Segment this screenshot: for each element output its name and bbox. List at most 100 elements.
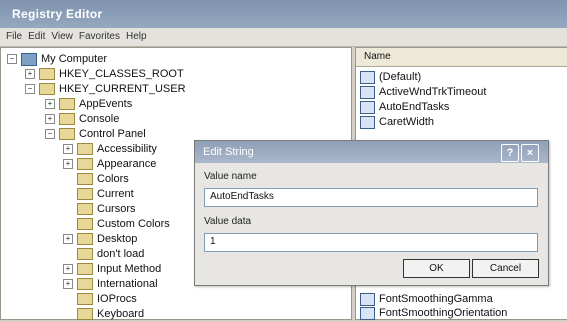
list-item-label: FontSmoothingGamma [379,293,493,305]
folder-icon [59,128,75,141]
list-item[interactable]: FontSmoothingOrientation [360,306,507,321]
list-item[interactable]: FontSmoothingGamma [360,292,493,307]
tree-item-console[interactable]: + Console [45,112,119,127]
tree-item-appearance[interactable]: + Appearance [63,157,156,172]
menu-edit[interactable]: Edit [28,31,45,42]
folder-icon [77,203,93,216]
menu-help[interactable]: Help [126,31,147,42]
expand-icon[interactable]: + [63,279,73,290]
tree-item-label: HKEY_CLASSES_ROOT [59,68,184,80]
tree-item-label: AppEvents [79,98,133,110]
tree-item-control-panel[interactable]: − Control Panel [45,127,146,142]
folder-icon [39,83,55,96]
menu-file[interactable]: File [6,31,22,42]
cancel-button[interactable]: Cancel [472,259,539,278]
menu-view[interactable]: View [51,31,73,42]
tree-item-label: Accessibility [97,143,157,155]
tree-item-colors[interactable]: Colors [77,172,129,187]
computer-icon [21,52,37,66]
value-data-field[interactable]: 1 [204,233,538,252]
expand-icon[interactable]: + [63,144,73,155]
value-name-field[interactable]: AutoEndTasks [204,188,538,207]
tree-item-cursors[interactable]: Cursors [77,202,136,217]
expand-icon[interactable]: + [25,69,35,80]
column-header-label: Name [364,51,391,62]
registry-value-icon [360,100,375,114]
tree-item-accessibility[interactable]: + Accessibility [63,142,157,157]
registry-value-icon [360,85,375,99]
tree-item-ioprocs[interactable]: IOProcs [77,292,137,307]
tree-item-label: Cursors [97,203,136,215]
tree-item-input-method[interactable]: + Input Method [63,262,161,277]
tree-item-hkcr[interactable]: + HKEY_CLASSES_ROOT [25,67,184,82]
folder-icon [39,68,55,81]
folder-icon [77,233,93,246]
folder-icon [59,113,75,126]
list-item-label: AutoEndTasks [379,101,450,113]
folder-icon [77,173,93,186]
expand-icon[interactable]: + [63,159,73,170]
expand-icon[interactable]: + [45,114,55,125]
value-data-text: 1 [210,236,216,247]
tree-item-label: Console [79,113,120,125]
collapse-icon[interactable]: − [45,129,55,140]
tree-item-desktop[interactable]: + Desktop [63,232,137,247]
list-item-label: CaretWidth [379,116,435,128]
value-name-text: AutoEndTasks [210,191,274,202]
folder-icon [77,188,93,201]
tree-item-label: HKEY_CURRENT_USER [59,83,186,95]
folder-icon [77,308,93,321]
registry-value-icon [360,292,375,306]
tree-item-dont-load[interactable]: don't load [77,247,144,262]
folder-icon [77,293,93,306]
tree-item-label: Custom Colors [97,218,170,230]
tree-item-label: Keyboard [97,308,145,320]
value-name-label: Value name [204,171,257,182]
close-icon[interactable]: × [521,144,539,162]
list-item[interactable]: AutoEndTasks [360,100,449,115]
tree-item-my-computer[interactable]: − My Computer [7,52,107,67]
tree-item-label: Desktop [97,233,138,245]
ok-button[interactable]: OK [403,259,470,278]
registry-value-icon [360,115,375,129]
list-item-label: (Default) [379,71,422,83]
list-item[interactable]: (Default) [360,70,421,85]
tree-item-label: IOProcs [97,293,137,305]
help-icon[interactable]: ? [501,144,519,162]
list-item[interactable]: ActiveWndTrkTimeout [360,85,486,100]
list-item[interactable]: CaretWidth [360,115,434,130]
registry-value-icon [360,70,375,84]
menu-bar: File Edit View Favorites Help [0,28,567,47]
expand-icon[interactable]: + [45,99,55,110]
folder-icon [77,278,93,291]
edit-string-dialog: Edit String ? × Value name AutoEndTasks … [194,140,549,286]
tree-item-appevents[interactable]: + AppEvents [45,97,132,112]
tree-item-label: Appearance [97,158,157,170]
tree-item-label: My Computer [41,53,108,65]
folder-icon [77,248,93,261]
registry-value-icon [360,306,375,320]
tree-item-hkcu[interactable]: − HKEY_CURRENT_USER [25,82,186,97]
title-bar: Registry Editor [0,0,567,28]
list-item-label: ActiveWndTrkTimeout [379,86,487,98]
folder-icon [77,143,93,156]
expand-icon[interactable]: + [63,234,73,245]
folder-icon [77,158,93,171]
tree-item-custom-colors[interactable]: Custom Colors [77,217,170,232]
tree-item-international[interactable]: + International [63,277,158,292]
value-data-label: Value data [204,216,252,227]
column-header-name[interactable]: Name [356,48,567,67]
list-item-label: FontSmoothingOrientation [379,307,508,319]
collapse-icon[interactable]: − [25,84,35,95]
tree-item-current[interactable]: Current [77,187,134,202]
tree-item-label: don't load [97,248,145,260]
folder-icon [77,263,93,276]
tree-item-label: Control Panel [79,128,146,140]
folder-icon [77,218,93,231]
expand-icon[interactable]: + [63,264,73,275]
menu-favorites[interactable]: Favorites [79,31,120,42]
window-title: Registry Editor [12,7,103,21]
collapse-icon[interactable]: − [7,54,17,65]
dialog-title-bar: Edit String ? × [195,141,548,163]
tree-item-label: Current [97,188,134,200]
